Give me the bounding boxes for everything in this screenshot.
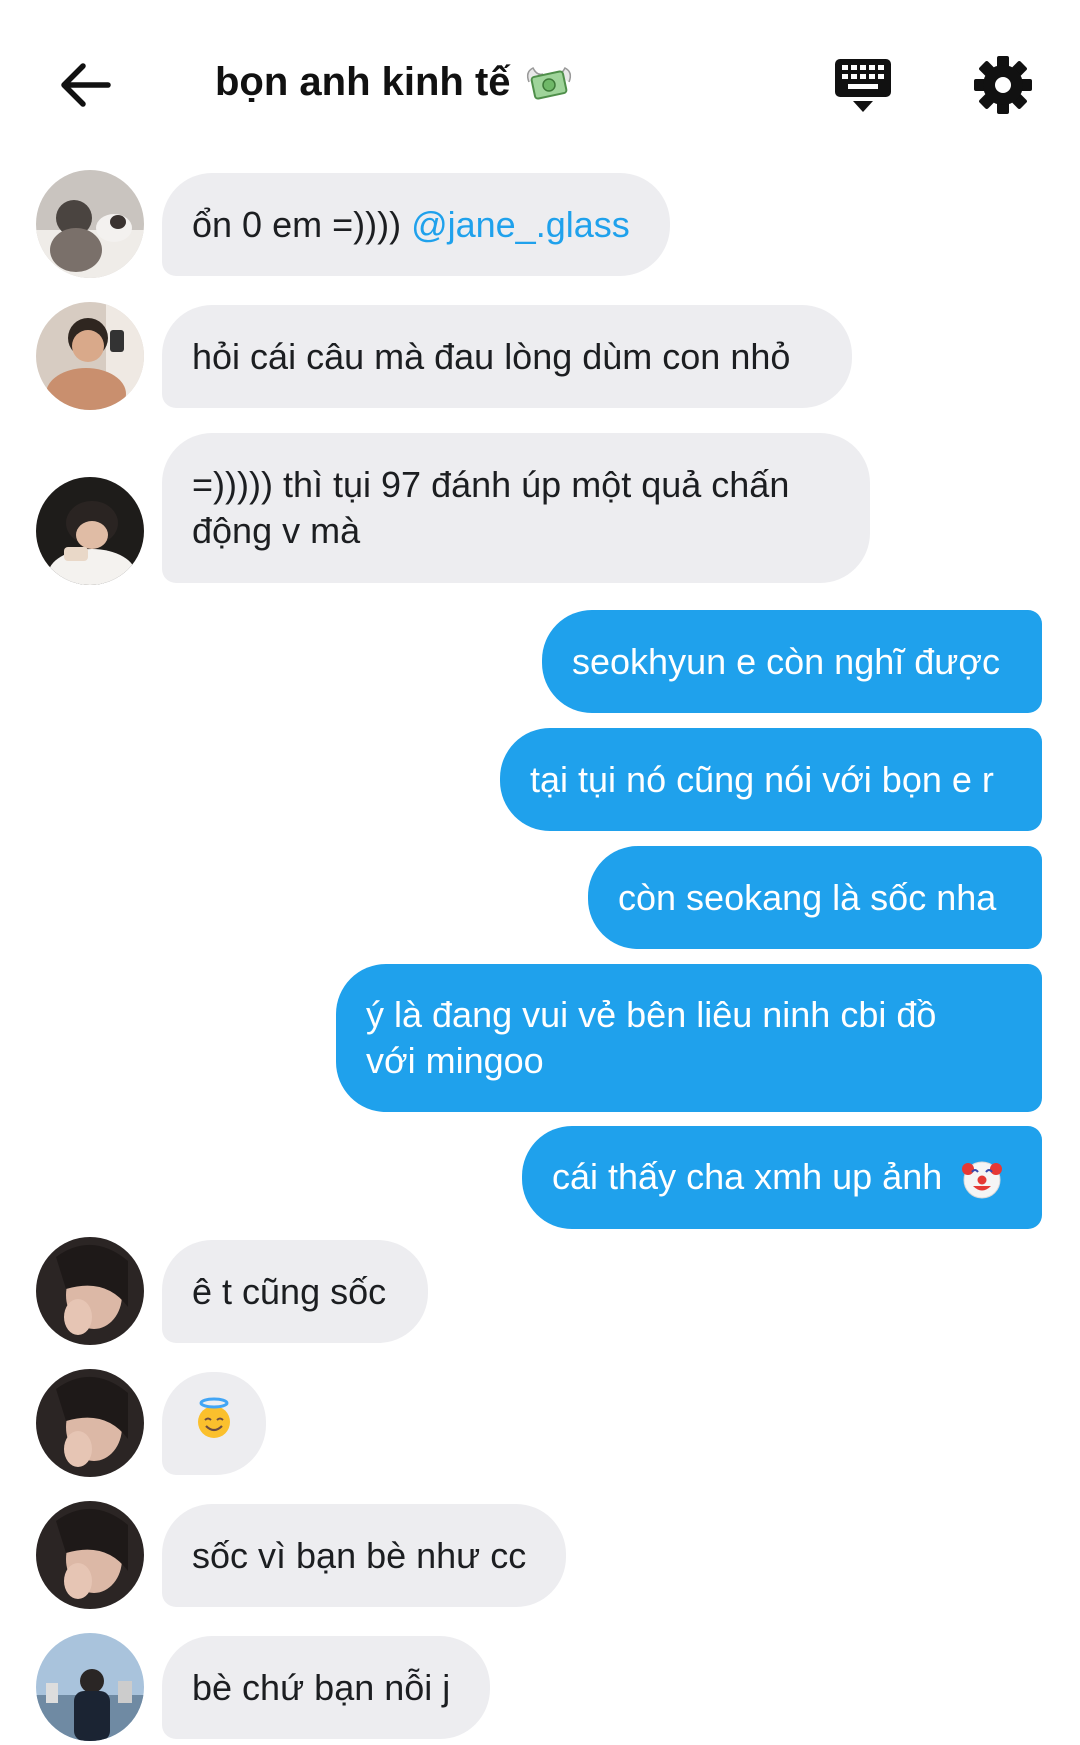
message-text: ý là đang vui vẻ bên liêu ninh cbi đồ vớ… [366,994,937,1081]
message-bubble[interactable]: ý là đang vui vẻ bên liêu ninh cbi đồ vớ… [336,964,1042,1112]
message-text: còn seokang là sốc nha [618,876,997,918]
message-bubble[interactable]: hỏi cái câu mà đau lòng dùm con nhỏ [162,305,852,408]
message-text: sốc vì bạn bè như cc [192,1534,527,1576]
message-text: bè chứ bạn nỗi j [192,1666,451,1708]
message-bubble[interactable]: =))))) thì tụi 97 đánh úp một quả chấn đ… [162,433,870,583]
message-text: cái thấy cha xmh up ảnh [552,1155,943,1197]
sender-avatar[interactable] [36,170,144,278]
message-text: ê t cũng sốc [192,1270,387,1312]
money-with-wings-icon [523,60,575,104]
gear-icon [974,56,1032,114]
back-button[interactable] [50,50,120,120]
message-text: =))))) thì tụi 97 đánh úp một quả chấn đ… [192,464,790,551]
keyboard-icon [835,59,891,112]
arrow-left-icon [61,63,111,107]
message-text: ổn 0 em =)))) [192,203,402,245]
sender-avatar[interactable] [36,1237,144,1345]
message-bubble[interactable]: sốc vì bạn bè như cc [162,1504,566,1607]
message-bubble[interactable]: ê t cũng sốc [162,1240,428,1343]
settings-button[interactable] [968,50,1038,120]
message-text: seokhyun e còn nghĩ được [572,640,1000,682]
sender-avatar[interactable] [36,477,144,585]
conversation-title-text: bọn anh kinh tế [215,59,511,104]
sender-avatar[interactable] [36,1501,144,1609]
keyboard-button[interactable] [828,50,898,120]
sender-avatar[interactable] [36,1633,144,1741]
message-text: hỏi cái câu mà đau lòng dùm con nhỏ [192,335,791,377]
user-mention-link[interactable]: @jane_.glass [411,204,630,245]
message-bubble[interactable]: cái thấy cha xmh up ảnh [522,1126,1042,1229]
message-text: tại tụi nó cũng nói với bọn e r [530,758,994,800]
message-bubble[interactable]: ổn 0 em =)))) @jane_.glass [162,173,670,276]
message-bubble[interactable]: còn seokang là sốc nha [588,846,1042,949]
message-bubble[interactable]: tại tụi nó cũng nói với bọn e r [500,728,1042,831]
message-bubble[interactable]: bè chứ bạn nỗi j [162,1636,490,1739]
message-bubble[interactable]: seokhyun e còn nghĩ được [542,610,1042,713]
sender-avatar[interactable] [36,1369,144,1477]
message-bubble[interactable] [162,1372,266,1475]
conversation-title[interactable]: bọn anh kinh tế [215,52,575,112]
chat-header: bọn anh kinh tế [0,0,1080,160]
smiling-face-with-halo-icon [192,1396,236,1451]
clown-face-icon [960,1157,1004,1201]
sender-avatar[interactable] [36,302,144,410]
